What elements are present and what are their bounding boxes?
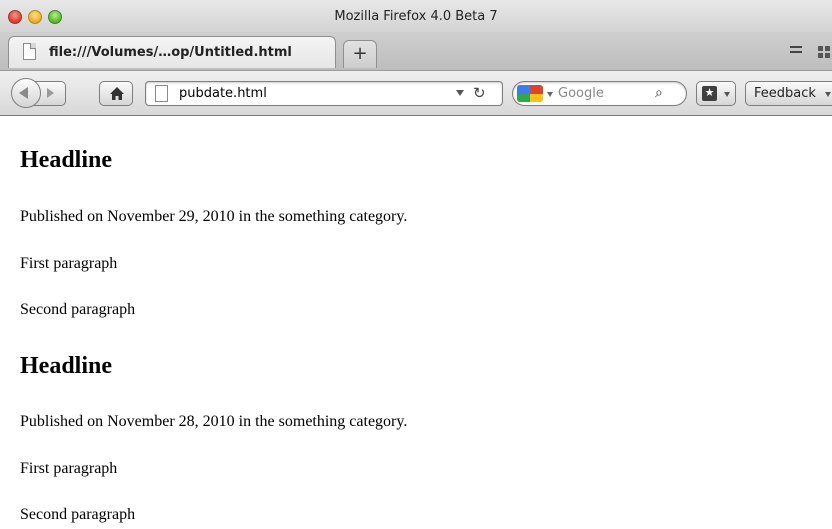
list-all-tabs-icon[interactable] <box>790 46 802 58</box>
new-tab-button[interactable]: + <box>343 40 377 68</box>
home-button[interactable] <box>99 81 133 106</box>
article-headline: Headline <box>20 147 113 173</box>
paragraph: Second paragraph <box>20 506 136 523</box>
article-headline: Headline <box>20 353 113 379</box>
published-line: Published on November 29, 2010 in the so… <box>20 208 408 225</box>
engine-dropdown-icon[interactable] <box>547 92 553 97</box>
tab-strip: file:///Volumes/…op/Untitled.html + <box>0 32 832 70</box>
history-dropdown-icon[interactable] <box>456 90 464 96</box>
search-icon[interactable]: ⌕ <box>655 85 663 101</box>
search-bar[interactable]: Google ⌕ <box>512 81 687 106</box>
page-icon <box>155 85 168 102</box>
tab-groups-icon[interactable] <box>818 46 832 60</box>
feedback-label: Feedback <box>754 86 816 101</box>
chevron-down-icon <box>825 92 831 97</box>
paragraph: First paragraph <box>20 255 118 272</box>
search-input[interactable]: Google <box>558 86 604 101</box>
navigation-toolbar: pubdate.html ↻ Google ⌕ ★ Feedback <box>0 70 832 116</box>
home-icon <box>110 87 124 100</box>
tab-label: file:///Volumes/…op/Untitled.html <box>49 45 292 60</box>
feedback-button[interactable]: Feedback <box>745 81 832 106</box>
published-line: Published on November 28, 2010 in the so… <box>20 413 408 430</box>
chevron-down-icon <box>724 92 730 97</box>
window-title: Mozilla Firefox 4.0 Beta 7 <box>334 9 498 24</box>
paragraph: Second paragraph <box>20 301 136 318</box>
page-icon <box>23 43 36 60</box>
google-engine-icon[interactable] <box>517 85 543 102</box>
tab-untitled[interactable]: file:///Volumes/…op/Untitled.html <box>8 36 336 68</box>
bookmark-star-icon: ★ <box>702 86 717 101</box>
url-bar[interactable]: pubdate.html ↻ <box>145 81 503 106</box>
reload-icon[interactable]: ↻ <box>473 84 486 102</box>
title-bar: Mozilla Firefox 4.0 Beta 7 <box>0 0 832 32</box>
paragraph: First paragraph <box>20 460 118 477</box>
url-text[interactable]: pubdate.html <box>179 86 267 101</box>
page-content: Headline Published on November 29, 2010 … <box>0 116 832 529</box>
bookmarks-button[interactable]: ★ <box>696 81 736 106</box>
back-button[interactable] <box>11 78 41 108</box>
